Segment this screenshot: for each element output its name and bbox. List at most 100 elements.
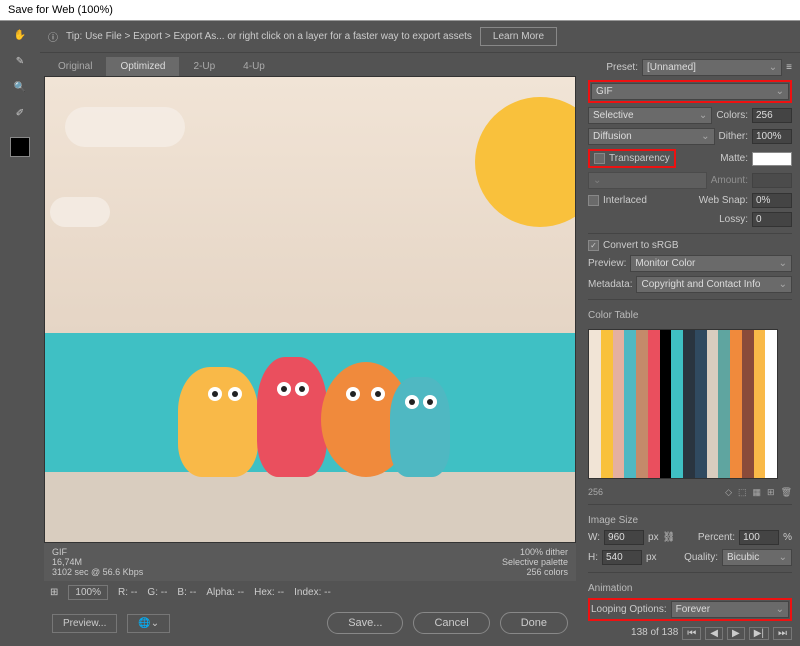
- color-swatch-cell[interactable]: [683, 432, 695, 441]
- matte-color[interactable]: [752, 152, 792, 166]
- color-swatch-cell[interactable]: [730, 376, 742, 385]
- color-swatch-cell[interactable]: [601, 469, 613, 478]
- color-swatch-cell[interactable]: [754, 358, 766, 367]
- color-swatch-cell[interactable]: [742, 432, 754, 441]
- color-swatch-cell[interactable]: [636, 386, 648, 395]
- color-swatch-cell[interactable]: [624, 376, 636, 385]
- color-swatch-cell[interactable]: [613, 339, 625, 348]
- color-swatch-cell[interactable]: [648, 395, 660, 404]
- color-swatch-cell[interactable]: [695, 413, 707, 422]
- color-swatch-cell[interactable]: [707, 413, 719, 422]
- color-swatch-cell[interactable]: [718, 413, 730, 422]
- color-swatch-cell[interactable]: [636, 469, 648, 478]
- color-swatch[interactable]: [10, 137, 30, 157]
- color-swatch-cell[interactable]: [624, 330, 636, 339]
- color-swatch-cell[interactable]: [648, 413, 660, 422]
- color-swatch-cell[interactable]: [624, 339, 636, 348]
- color-swatch-cell[interactable]: [707, 423, 719, 432]
- color-swatch-cell[interactable]: [660, 358, 672, 367]
- color-swatch-cell[interactable]: [589, 450, 601, 459]
- color-swatch-cell[interactable]: [742, 450, 754, 459]
- color-swatch-cell[interactable]: [683, 339, 695, 348]
- color-swatch-cell[interactable]: [707, 376, 719, 385]
- reduction-dropdown[interactable]: Selective: [588, 107, 712, 124]
- tab-4up[interactable]: 4-Up: [229, 57, 279, 76]
- color-swatch-cell[interactable]: [671, 395, 683, 404]
- color-swatch-cell[interactable]: [707, 395, 719, 404]
- color-swatch-cell[interactable]: [636, 423, 648, 432]
- color-swatch-cell[interactable]: [683, 404, 695, 413]
- color-swatch-cell[interactable]: [648, 349, 660, 358]
- color-swatch-cell[interactable]: [683, 376, 695, 385]
- looping-dropdown[interactable]: Forever: [671, 601, 789, 618]
- color-swatch-cell[interactable]: [754, 413, 766, 422]
- tab-2up[interactable]: 2-Up: [179, 57, 229, 76]
- color-swatch-cell[interactable]: [730, 413, 742, 422]
- color-swatch-cell[interactable]: [624, 367, 636, 376]
- color-swatch-cell[interactable]: [765, 367, 777, 376]
- color-swatch-cell[interactable]: [613, 413, 625, 422]
- color-swatch-cell[interactable]: [601, 441, 613, 450]
- color-swatch-cell[interactable]: [636, 450, 648, 459]
- color-swatch-cell[interactable]: [648, 367, 660, 376]
- color-swatch-cell[interactable]: [707, 339, 719, 348]
- color-swatch-cell[interactable]: [660, 404, 672, 413]
- color-swatch-cell[interactable]: [683, 395, 695, 404]
- transparency-checkbox[interactable]: [594, 153, 605, 164]
- color-swatch-cell[interactable]: [648, 376, 660, 385]
- color-swatch-cell[interactable]: [624, 395, 636, 404]
- color-swatch-cell[interactable]: [695, 460, 707, 469]
- color-swatch-cell[interactable]: [660, 395, 672, 404]
- color-swatch-cell[interactable]: [683, 413, 695, 422]
- quality-dropdown[interactable]: Bicubic: [722, 549, 792, 566]
- color-swatch-cell[interactable]: [765, 423, 777, 432]
- color-swatch-cell[interactable]: [589, 395, 601, 404]
- color-swatch-cell[interactable]: [695, 376, 707, 385]
- color-swatch-cell[interactable]: [695, 349, 707, 358]
- color-swatch-cell[interactable]: [624, 349, 636, 358]
- color-swatch-cell[interactable]: [671, 349, 683, 358]
- width-input[interactable]: [604, 530, 644, 545]
- color-swatch-cell[interactable]: [742, 358, 754, 367]
- color-swatch-cell[interactable]: [589, 469, 601, 478]
- color-swatch-cell[interactable]: [601, 450, 613, 459]
- color-swatch-cell[interactable]: [671, 358, 683, 367]
- color-swatch-cell[interactable]: [636, 330, 648, 339]
- color-swatch-cell[interactable]: [707, 330, 719, 339]
- color-swatch-cell[interactable]: [624, 386, 636, 395]
- color-swatch-cell[interactable]: [742, 404, 754, 413]
- first-frame-button[interactable]: ⏮: [682, 627, 701, 640]
- color-swatch-cell[interactable]: [718, 367, 730, 376]
- color-swatch-cell[interactable]: [648, 441, 660, 450]
- preview-button[interactable]: Preview...: [52, 614, 117, 633]
- color-swatch-cell[interactable]: [730, 339, 742, 348]
- color-swatch-cell[interactable]: [671, 386, 683, 395]
- color-swatch-cell[interactable]: [660, 432, 672, 441]
- color-swatch-cell[interactable]: [765, 349, 777, 358]
- color-swatch-cell[interactable]: [730, 395, 742, 404]
- color-swatch-cell[interactable]: [671, 460, 683, 469]
- color-swatch-cell[interactable]: [636, 395, 648, 404]
- color-swatch-cell[interactable]: [742, 413, 754, 422]
- color-swatch-cell[interactable]: [730, 450, 742, 459]
- color-swatch-cell[interactable]: [754, 404, 766, 413]
- percent-input[interactable]: [739, 530, 779, 545]
- color-swatch-cell[interactable]: [695, 432, 707, 441]
- ct-lock-icon[interactable]: ◇: [725, 487, 732, 498]
- color-swatch-cell[interactable]: [671, 404, 683, 413]
- color-swatch-cell[interactable]: [613, 423, 625, 432]
- color-swatch-cell[interactable]: [742, 386, 754, 395]
- color-swatch-cell[interactable]: [660, 441, 672, 450]
- color-swatch-cell[interactable]: [765, 339, 777, 348]
- done-button[interactable]: Done: [500, 612, 568, 634]
- panel-menu-icon[interactable]: ≡: [786, 62, 792, 73]
- websnap-input[interactable]: [752, 193, 792, 208]
- color-swatch-cell[interactable]: [754, 367, 766, 376]
- color-swatch-cell[interactable]: [695, 450, 707, 459]
- color-swatch-cell[interactable]: [765, 358, 777, 367]
- color-swatch-cell[interactable]: [589, 460, 601, 469]
- color-swatch-cell[interactable]: [730, 386, 742, 395]
- color-swatch-cell[interactable]: [589, 339, 601, 348]
- color-swatch-cell[interactable]: [718, 330, 730, 339]
- color-swatch-cell[interactable]: [648, 404, 660, 413]
